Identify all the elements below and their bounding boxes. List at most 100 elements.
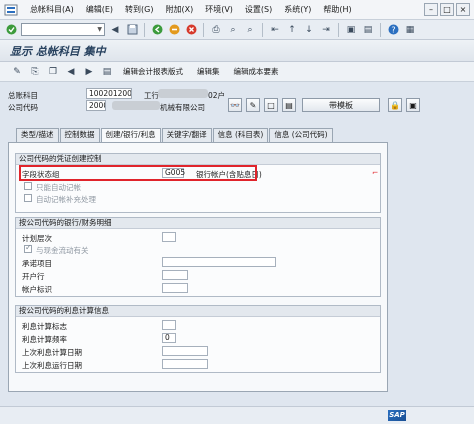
last-run-date-label: 上次利息运行日期 bbox=[22, 361, 82, 370]
account-id-label: 帐户标识 bbox=[22, 285, 52, 294]
save-icon[interactable]: ▣ bbox=[406, 98, 420, 112]
menu-settings[interactable]: 设置(S) bbox=[239, 4, 278, 15]
interest-indicator-field[interactable] bbox=[162, 320, 176, 330]
last-page-icon[interactable]: ⇥ bbox=[319, 23, 333, 37]
sap-menu-icon[interactable] bbox=[2, 2, 20, 18]
commitment-item-field[interactable] bbox=[162, 257, 276, 267]
gl-account-field[interactable]: 1002012002 bbox=[86, 88, 132, 99]
tab-info-company-code[interactable]: 信息 (公司代码) bbox=[269, 128, 333, 142]
document-icon[interactable]: ▤ bbox=[100, 65, 114, 79]
title-bar: 显示 总帐科目 集中 bbox=[0, 40, 474, 62]
standard-toolbar: ▼ ◀ ⎙ ⌕ ⌕ ⇤ ↑ ↓ ⇥ ▣ ▤ ? ▦ bbox=[0, 20, 474, 40]
create-session-icon[interactable]: ▣ bbox=[344, 23, 358, 37]
menu-gl-account[interactable]: 总帐科目(A) bbox=[24, 4, 80, 15]
tab-create-bank-interest[interactable]: 创建/银行/利息 bbox=[100, 128, 161, 143]
last-key-date-field[interactable] bbox=[162, 346, 208, 356]
tab-control-data[interactable]: 控制数据 bbox=[59, 128, 100, 142]
menu-edit[interactable]: 编辑(E) bbox=[80, 4, 119, 15]
customize-icon[interactable]: ▦ bbox=[403, 23, 417, 37]
post-automatically-only-label: 只能自动记帐 bbox=[36, 183, 81, 192]
with-template-button[interactable]: 带模板 bbox=[302, 98, 380, 112]
display-change-icon[interactable]: ✎ bbox=[10, 65, 24, 79]
find-next-icon[interactable]: ⌕ bbox=[243, 23, 257, 37]
house-bank-label: 开户行 bbox=[22, 272, 45, 281]
interest-calculation-group: 按公司代码的利息计算信息 利息计算标志 利息计算频率 0 上次利息计算日期 上次… bbox=[15, 305, 381, 373]
tab-strip: 类型/描述 控制数据 创建/银行/利息 关键字/翻译 信息 (科目表) 信息 (… bbox=[16, 128, 333, 143]
company-name-text: 机械有限公司 bbox=[160, 103, 205, 112]
command-back-icon[interactable]: ◀ bbox=[108, 23, 122, 37]
create-icon[interactable]: □ bbox=[264, 98, 278, 112]
delete-icon[interactable]: ▤ bbox=[282, 98, 296, 112]
company-code-field[interactable]: 2000 bbox=[86, 100, 106, 111]
tab-keyword-translation[interactable]: 关键字/翻译 bbox=[161, 128, 212, 142]
cancel-icon[interactable] bbox=[184, 23, 198, 37]
glasses-icon[interactable]: 👓 bbox=[228, 98, 242, 112]
commitment-item-label: 承诺项目 bbox=[22, 259, 52, 268]
menu-environment[interactable]: 环境(V) bbox=[199, 4, 239, 15]
menu-system[interactable]: 系统(Y) bbox=[278, 4, 317, 15]
sap-logo: SAP bbox=[388, 410, 406, 421]
last-run-date-field[interactable] bbox=[162, 359, 208, 369]
edit-cost-element-button[interactable]: 编辑成本要素 bbox=[229, 66, 284, 77]
tab-type-description[interactable]: 类型/描述 bbox=[16, 128, 59, 142]
help-icon[interactable]: ? bbox=[386, 23, 400, 37]
other-object-icon[interactable]: ⎘ bbox=[28, 65, 42, 79]
next-icon[interactable]: ▶ bbox=[82, 65, 96, 79]
separator bbox=[144, 22, 145, 37]
planning-level-field[interactable] bbox=[162, 232, 176, 242]
copy-icon[interactable]: ❐ bbox=[46, 65, 60, 79]
menu-bar: 总帐科目(A) 编辑(E) 转到(G) 附加(X) 环境(V) 设置(S) 系统… bbox=[0, 0, 474, 20]
save-icon[interactable] bbox=[125, 23, 139, 37]
enter-icon[interactable] bbox=[4, 23, 18, 37]
account-id-field[interactable] bbox=[162, 283, 188, 293]
maximize-icon[interactable]: □ bbox=[440, 3, 454, 16]
pencil-icon[interactable]: ✎ bbox=[246, 98, 260, 112]
tab-content: 公司代码的凭证创建控制 字段状态组 G005 银行帐户(含贴息日) 只能自动记帐… bbox=[8, 142, 388, 392]
header-area: 总账科目 1002012002 工行 02户 公司代码 2000 机械有限公司 … bbox=[0, 82, 474, 126]
first-page-icon[interactable]: ⇤ bbox=[268, 23, 282, 37]
interest-frequency-field[interactable]: 0 bbox=[162, 333, 176, 343]
tab-info-chart-of-accounts[interactable]: 信息 (科目表) bbox=[212, 128, 269, 142]
edit-set-button[interactable]: 编辑集 bbox=[192, 66, 225, 77]
redacted-text bbox=[112, 101, 160, 110]
house-bank-field[interactable] bbox=[162, 270, 188, 280]
entry-control-group: 公司代码的凭证创建控制 字段状态组 G005 银行帐户(含贴息日) 只能自动记帐… bbox=[15, 153, 381, 213]
bank-details-group: 按公司代码的银行/财务明细 计划层次 与现金流动有关 承诺项目 开户行 帐户标识 bbox=[15, 217, 381, 297]
edit-chart-of-accounts-button[interactable]: 编辑会计报表版式 bbox=[118, 66, 188, 77]
print-icon[interactable]: ⎙ bbox=[209, 23, 223, 37]
separator bbox=[380, 22, 381, 37]
redacted-text bbox=[158, 89, 208, 98]
cash-flow-relevant-checkbox[interactable] bbox=[24, 243, 32, 253]
interest-indicator-label: 利息计算标志 bbox=[22, 322, 67, 331]
menu-help[interactable]: 帮助(H) bbox=[317, 4, 357, 15]
post-automatically-only-checkbox[interactable] bbox=[24, 182, 32, 190]
prev-page-icon[interactable]: ↑ bbox=[285, 23, 299, 37]
page-title: 显示 总帐科目 集中 bbox=[10, 44, 106, 58]
command-field[interactable]: ▼ bbox=[21, 23, 105, 36]
find-icon[interactable]: ⌕ bbox=[226, 23, 240, 37]
close-icon[interactable]: × bbox=[456, 3, 470, 16]
next-page-icon[interactable]: ↓ bbox=[302, 23, 316, 37]
gl-account-tail-text: 02户 bbox=[208, 91, 226, 100]
lock-icon[interactable]: 🔒 bbox=[388, 98, 402, 112]
interest-frequency-label: 利息计算频率 bbox=[22, 335, 67, 344]
group-title: 按公司代码的利息计算信息 bbox=[16, 306, 380, 317]
highlight-box bbox=[19, 165, 257, 181]
back-icon[interactable] bbox=[150, 23, 164, 37]
status-bar: SAP bbox=[0, 406, 474, 424]
previous-icon[interactable]: ◀ bbox=[64, 65, 78, 79]
supplement-auto-postings-label: 自动记帐补充处理 bbox=[36, 195, 96, 204]
group-title: 公司代码的凭证创建控制 bbox=[16, 154, 380, 165]
minimize-icon[interactable]: – bbox=[424, 3, 438, 16]
shortcut-icon[interactable]: ▤ bbox=[361, 23, 375, 37]
with-template-label: 带模板 bbox=[329, 100, 353, 110]
gl-account-label: 总账科目 bbox=[8, 91, 38, 100]
exit-icon[interactable] bbox=[167, 23, 181, 37]
last-key-date-label: 上次利息计算日期 bbox=[22, 348, 82, 357]
group-right-bracket: ⌐ bbox=[372, 168, 379, 177]
menu-goto[interactable]: 转到(G) bbox=[119, 4, 159, 15]
separator bbox=[338, 22, 339, 37]
supplement-auto-postings-checkbox[interactable] bbox=[24, 194, 32, 202]
gl-account-bank-text: 工行 bbox=[144, 91, 159, 100]
menu-extras[interactable]: 附加(X) bbox=[159, 4, 199, 15]
